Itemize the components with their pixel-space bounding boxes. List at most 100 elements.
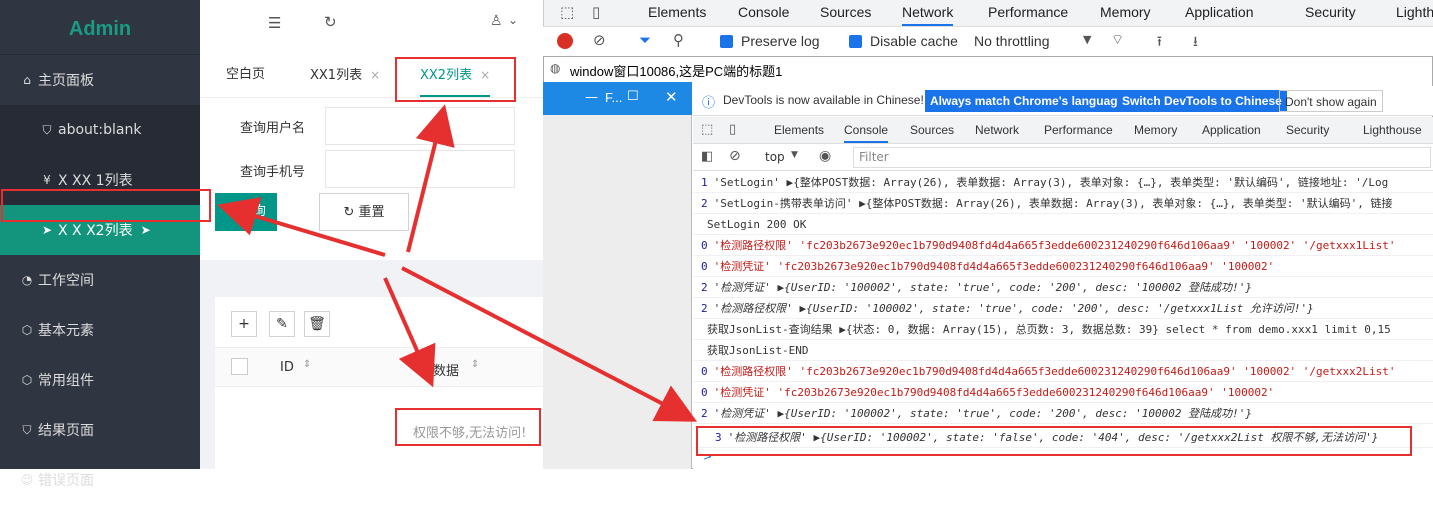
tab-security[interactable]: Security <box>1286 117 1329 144</box>
reset-button[interactable]: ↻ 重置 <box>319 193 409 231</box>
log-text: 获取JsonList-END <box>707 344 809 357</box>
filter-icon[interactable]: ⏷ <box>639 31 651 49</box>
clear-icon[interactable]: ⊘ <box>593 31 606 49</box>
tab-console[interactable]: Console <box>844 117 889 143</box>
add-icon[interactable]: + <box>231 311 257 337</box>
tab-memory[interactable]: Memory <box>1100 0 1151 26</box>
refresh-icon[interactable]: ↻ <box>324 13 337 31</box>
download-icon[interactable]: ⭳ <box>1193 31 1198 55</box>
console-line[interactable]: 2 '检测凭证' ▶{UserID: '100002', state: 'true… <box>693 403 1433 424</box>
log-count: 2 <box>701 302 708 315</box>
highlight-box-nav <box>1 189 211 222</box>
tab-label: XX1列表 <box>310 68 363 83</box>
log-text: 'SetLogin-携带表单访问' ▶{整体POST数据: Array(26),… <box>713 197 1393 210</box>
console-line[interactable]: 2 'SetLogin-携带表单访问' ▶{整体POST数据: Array(26)… <box>693 193 1433 214</box>
tab-security[interactable]: Security <box>1305 0 1356 26</box>
user-icon[interactable]: ♙ <box>490 13 503 29</box>
column-id[interactable]: ID <box>280 360 294 375</box>
inspect-icon[interactable]: ⬚ <box>560 3 574 21</box>
sort-icon[interactable]: ⇕ <box>471 359 479 370</box>
face-icon: ☺ <box>20 473 34 487</box>
tab-console[interactable]: Console <box>738 0 789 26</box>
console-line[interactable]: 0 '检测凭证' 'fc203b2673e920ec1b790d9408fd4d4… <box>693 382 1433 403</box>
dashboard-icon: ◔ <box>21 273 33 287</box>
close-icon[interactable]: ✕ <box>665 88 678 106</box>
tab-network[interactable]: Network <box>975 117 1019 144</box>
username-input[interactable] <box>325 107 515 145</box>
nav-item-basic-elements[interactable]: ⬡ 基本元素 <box>0 305 200 355</box>
preserve-log-label: Preserve log <box>741 33 820 49</box>
console-line[interactable]: 获取JsonList-查询结果 ▶{状态: 0, 数据: Array(15), … <box>693 319 1433 340</box>
throttling-select[interactable]: No throttling <box>974 33 1049 49</box>
tab-lighthouse[interactable]: Lighthouse <box>1396 0 1433 26</box>
tab-application[interactable]: Application <box>1185 0 1254 26</box>
disable-cache-checkbox[interactable] <box>849 35 862 48</box>
search-icon[interactable]: ⚲ <box>673 31 684 49</box>
nav-label: X X X2列表 <box>58 223 133 239</box>
nav-item-home[interactable]: ⌂ 主页面板 <box>0 55 200 105</box>
filter-input[interactable]: Filter <box>853 147 1431 168</box>
sort-icon[interactable]: ⇕ <box>303 359 311 370</box>
phone-input[interactable] <box>325 150 515 188</box>
console-line[interactable]: 1 'SetLogin' ▶{整体POST数据: Array(26), 表单数据:… <box>693 172 1433 193</box>
log-text: '检测路径权限' ▶{UserID: '100002', state: 'tru… <box>713 302 1314 315</box>
nav-item-result-pages[interactable]: ⛉ 结果页面 <box>0 405 200 455</box>
tab-xx1-list[interactable]: XX1列表 × <box>310 50 380 98</box>
nav-item-about-blank[interactable]: ⛉ about:blank <box>0 105 200 155</box>
delete-icon[interactable]: 🗑 <box>304 311 330 337</box>
clear-icon[interactable]: ⊘ <box>729 148 741 164</box>
sidebar-toggle-icon[interactable]: ◧ <box>701 149 713 164</box>
console-line[interactable]: 0 '检测凭证' 'fc203b2673e920ec1b790d9408fd4d4… <box>693 256 1433 277</box>
inspect-icon[interactable]: ⬚ <box>701 122 713 137</box>
always-match-button[interactable]: Always match Chrome's language <box>925 90 1130 112</box>
edit-icon[interactable]: ✎ <box>269 311 295 337</box>
chevron-down-icon[interactable]: ▼ <box>791 150 798 160</box>
console-line[interactable]: 2 '检测路径权限' ▶{UserID: '100002', state: 'tr… <box>693 298 1433 319</box>
console-line[interactable]: SetLogin 200 OK <box>693 214 1433 235</box>
tab-performance[interactable]: Performance <box>1044 117 1113 144</box>
upload-icon[interactable]: ⭱ <box>1157 31 1162 55</box>
search-button[interactable]: ⚲ 查询 <box>215 193 277 231</box>
tab-sources[interactable]: Sources <box>910 117 954 144</box>
console-line[interactable]: 获取JsonList-END <box>693 340 1433 361</box>
eye-icon[interactable]: ◉ <box>819 148 831 164</box>
record-icon[interactable] <box>557 33 573 49</box>
chevron-down-icon[interactable]: ⌄ <box>508 13 518 27</box>
device-icon[interactable]: ▯ <box>729 122 736 137</box>
tab-sources[interactable]: Sources <box>820 0 871 26</box>
collapse-menu-icon[interactable]: ☰ <box>268 14 281 32</box>
search-icon: ⚲ <box>226 204 240 219</box>
tab-elements[interactable]: Elements <box>774 117 824 144</box>
minimize-icon[interactable]: — <box>585 90 598 105</box>
tab-blank[interactable]: 空白页 <box>226 50 265 98</box>
log-text: '检测路径权限' 'fc203b2673e920ec1b790d9408fd4d… <box>713 239 1396 252</box>
console-line[interactable]: 0 '检测路径权限' 'fc203b2673e920ec1b790d9408fd4… <box>693 361 1433 382</box>
close-icon[interactable]: × <box>370 68 380 82</box>
tab-performance[interactable]: Performance <box>988 0 1068 26</box>
preserve-log-checkbox[interactable] <box>720 35 733 48</box>
log-count: 1 <box>701 176 708 189</box>
device-icon[interactable]: ▯ <box>592 3 600 21</box>
nav-item-components[interactable]: ⬡ 常用组件 <box>0 355 200 405</box>
maximize-icon[interactable]: ☐ <box>627 89 639 104</box>
switch-to-chinese-button[interactable]: Switch DevTools to Chinese <box>1117 90 1287 112</box>
console-line[interactable]: 2 '检测凭证' ▶{UserID: '100002', state: 'true… <box>693 277 1433 298</box>
tab-application[interactable]: Application <box>1202 117 1261 144</box>
dont-show-again-button[interactable]: Don't show again <box>1279 90 1383 112</box>
tab-label: 空白页 <box>226 67 266 82</box>
cube-icon: ⬡ <box>21 373 33 387</box>
check-shield-icon: ⛉ <box>22 422 32 437</box>
wifi-icon[interactable]: ⌔ <box>1111 31 1124 49</box>
tab-memory[interactable]: Memory <box>1134 117 1177 144</box>
nav-item-error-pages[interactable]: ☺ 错误页面 <box>0 455 200 505</box>
nav-item-workspace[interactable]: ◔ 工作空间 <box>0 255 200 305</box>
tab-elements[interactable]: Elements <box>648 0 706 26</box>
console-line[interactable]: 0 '检测路径权限' 'fc203b2673e920ec1b790d9408fd4… <box>693 235 1433 256</box>
tab-network[interactable]: Network <box>902 0 954 26</box>
select-all-checkbox[interactable] <box>231 358 248 375</box>
chevron-down-icon[interactable]: ▼ <box>1083 33 1091 46</box>
tab-lighthouse[interactable]: Lighthouse <box>1363 117 1422 144</box>
popup-title: window窗口10086,这是PC端的标题1 <box>570 64 783 79</box>
context-select[interactable]: top <box>765 150 785 164</box>
column-data[interactable]: 数据 <box>433 360 459 379</box>
